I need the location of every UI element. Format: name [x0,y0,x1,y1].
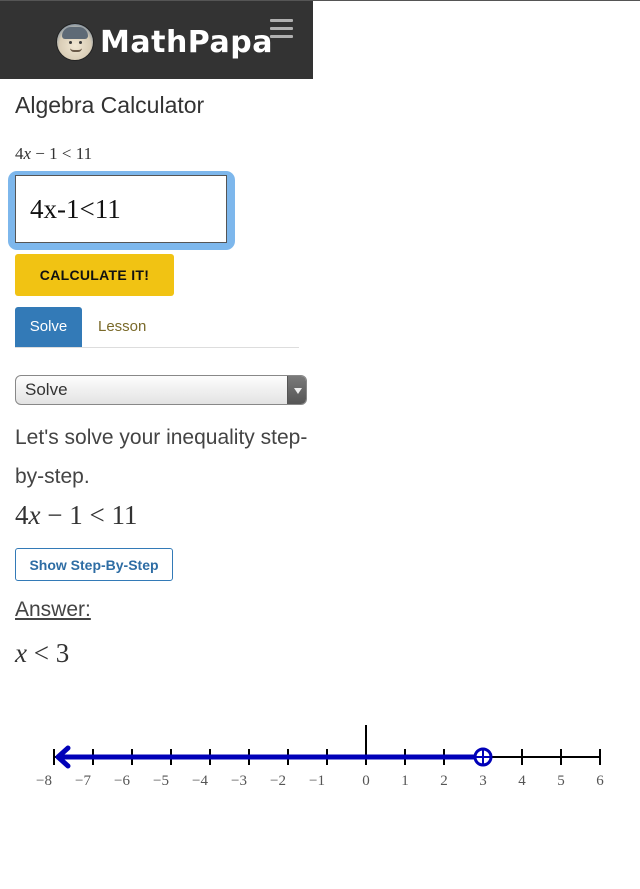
brand-name: MathPapa [100,24,273,60]
tick-label: −7 [75,773,91,789]
tab-lesson[interactable]: Lesson [98,307,146,347]
calculate-button[interactable]: CALCULATE IT! [15,254,174,296]
tick-label: −8 [36,773,52,789]
number-line-graph: −8 −7 −6 −5 −4 −3 −2 −1 0 1 2 3 4 5 6 [36,725,604,789]
page-title: Algebra Calculator [15,92,205,118]
tick-label: 3 [479,773,487,789]
answer-rest: < 3 [26,638,70,668]
equation-var: x [28,500,41,530]
show-step-by-step-button[interactable]: Show Step-By-Step [15,548,173,581]
tick-label: 5 [557,773,565,789]
tick-label: −1 [309,773,325,789]
tick-label: 0 [362,773,370,789]
answer-display: x < 3 [15,638,69,669]
equation-coef: 4 [15,500,29,530]
mathpapa-face-logo-icon [56,23,94,61]
answer-var: x [15,638,27,668]
chevron-down-icon[interactable] [287,376,306,404]
math-preview-var: x [23,144,32,163]
equation-display: 4x − 1 < 11 [15,500,137,531]
expression-input[interactable] [15,175,227,243]
mode-select-value: Solve [25,380,68,399]
answer-label: Answer: [15,598,91,621]
mode-select[interactable]: Solve [15,375,307,405]
math-preview-coef: 4 [15,144,24,163]
tick-label: 1 [401,773,409,789]
tick-label: 6 [596,773,604,789]
solution-intro: Let's solve your inequality step-by-step… [15,426,308,488]
result-tabs: Solve Lesson [15,307,299,348]
tick-label: 2 [440,773,448,789]
tick-label: −5 [153,773,169,789]
math-preview: 4x − 1 < 11 [15,144,92,164]
equation-rest: − 1 < 11 [40,500,138,530]
tab-solve[interactable]: Solve [15,307,82,347]
brand-logo[interactable]: MathPapa [56,23,273,61]
hamburger-menu-icon[interactable] [270,19,294,39]
tick-label: 4 [518,773,526,789]
tick-label: −4 [192,773,208,789]
tick-label: −2 [270,773,286,789]
navbar: MathPapa [0,1,313,79]
tick-label: −3 [231,773,247,789]
math-preview-rest: − 1 < 11 [31,144,93,163]
tick-label: −6 [114,773,130,789]
